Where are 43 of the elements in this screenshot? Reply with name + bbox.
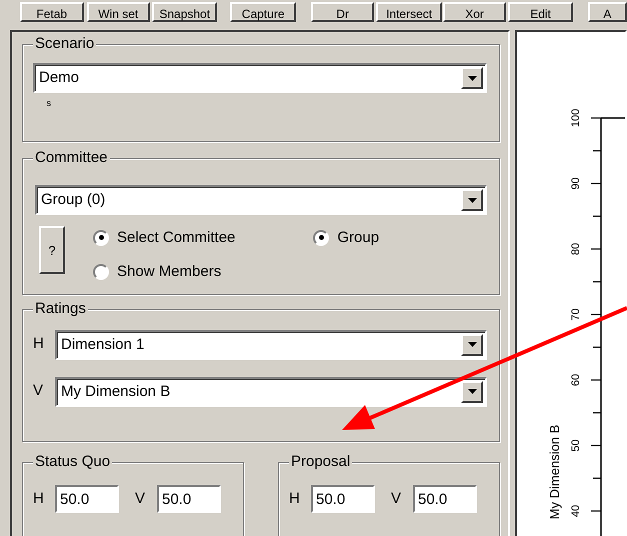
group-title: Ratings [33,300,88,318]
axis-title: My Dimension B [547,424,562,520]
dropdown[interactable]: Group (0) [35,185,487,216]
toolbar-button[interactable]: Intersect [376,2,442,22]
toolbar-button[interactable]: Xor [442,2,506,22]
tick-label: 70 [570,308,582,321]
number-field[interactable]: 50.0 [157,485,221,513]
dropdown-arrow-icon [468,198,476,203]
dropdown-arrow-icon [468,342,476,348]
axis-label: H [289,488,301,509]
toolbar-button[interactable]: Dr [310,2,374,22]
tick-label: 40 [570,504,582,518]
group-title: Proposal [289,453,352,471]
axis-label: H [33,334,45,354]
axis-label: V [33,381,44,402]
toolbar-button[interactable]: Capture [230,2,296,22]
group-title: Status Quo [33,453,112,471]
radio-option[interactable]: Group [313,226,380,250]
toolbar-button[interactable]: Fetab [20,2,84,22]
number-field[interactable]: 50.0 [55,485,119,513]
note-text: s [46,96,51,110]
number-field[interactable]: 50.0 [311,485,375,513]
dropdown[interactable]: My Dimension B [55,376,487,407]
axis-label: V [391,488,402,509]
tick-label: 50 [570,439,582,452]
toolbar-button[interactable]: A [588,2,627,22]
tick-label: 80 [570,242,582,256]
axis-label: H [33,488,45,509]
toolbar-button[interactable]: Snapshot [152,2,218,22]
radio-option[interactable]: Show Members [93,261,236,284]
dropdown[interactable]: Demo [33,63,487,93]
dropdown[interactable]: Dimension 1 [55,330,487,360]
help-button[interactable]: ? [39,226,65,274]
dropdown-arrow-icon [468,389,476,394]
axis-label: V [135,488,146,509]
dropdown-arrow-icon [468,76,476,80]
number-field[interactable]: 50.0 [413,485,477,513]
toolbar-button[interactable]: Edit [508,2,573,22]
radio-option[interactable]: Select Committee [93,226,236,250]
toolbar-button[interactable]: Win set [86,2,150,22]
tick-label: 100 [570,108,582,128]
tick-label: 90 [570,177,582,190]
tick-label: 60 [570,374,582,386]
